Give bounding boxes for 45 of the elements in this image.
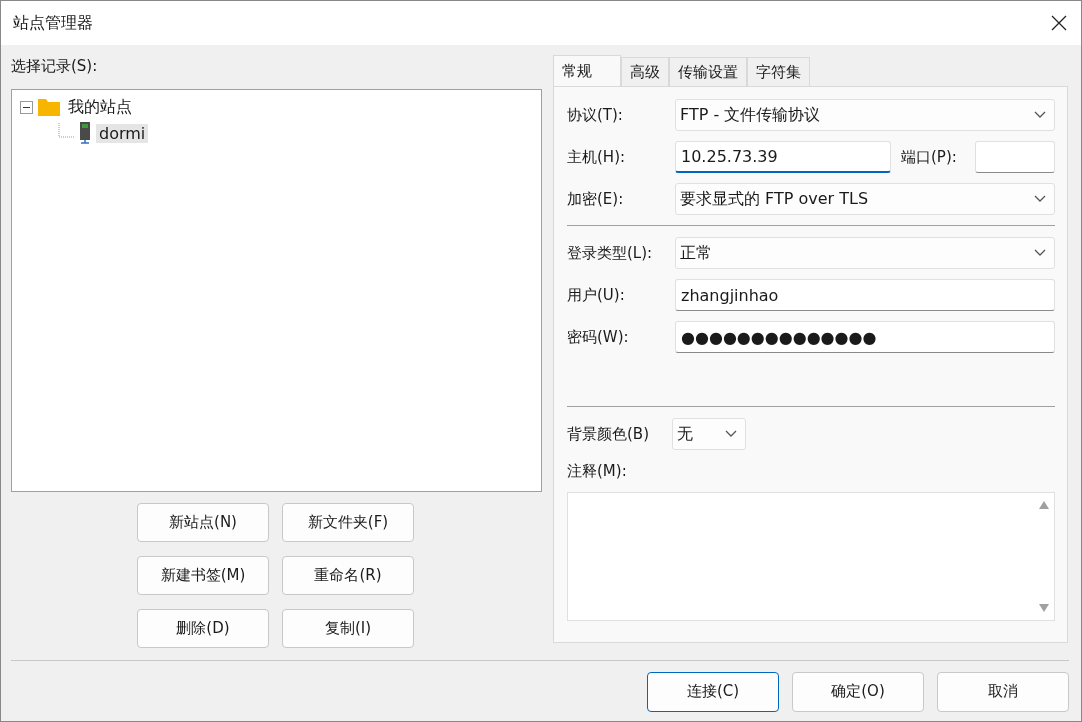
tab[interactable]: 高级 xyxy=(621,57,669,87)
field-label: 端口(P): xyxy=(900,147,958,167)
field-label: 登录类型(L): xyxy=(567,243,654,263)
site-button[interactable]: 删除(D) xyxy=(137,609,269,649)
dialog-button[interactable]: 确定(O) xyxy=(792,671,924,712)
window-title: 站点管理器 xyxy=(13,12,93,34)
tree-label: 选择记录(S): xyxy=(11,56,99,78)
field-label: 背景颜色(B) xyxy=(567,424,650,444)
dropdown[interactable]: FTP - 文件传输协议 xyxy=(675,99,1055,132)
field-label: 主机(H): xyxy=(567,147,627,167)
scroll-up-icon[interactable] xyxy=(1039,501,1049,510)
field-label: 协议(T): xyxy=(567,105,624,125)
comments-field[interactable] xyxy=(567,492,1055,622)
field-label: 加密(E): xyxy=(567,189,625,209)
field-label: 密码(W): xyxy=(567,327,630,347)
scroll-down-icon[interactable] xyxy=(1039,604,1049,613)
input-field[interactable]: zhangjinhao xyxy=(675,279,1055,312)
server-icon xyxy=(78,122,92,145)
site-button[interactable]: 新文件夹(F) xyxy=(282,503,414,543)
site-button[interactable]: 重命名(R) xyxy=(282,556,414,596)
dropdown[interactable]: 正常 xyxy=(675,237,1055,270)
dropdown[interactable]: 无 xyxy=(672,418,746,451)
port-field[interactable] xyxy=(975,141,1055,174)
chevron-down-icon xyxy=(725,430,737,439)
tab[interactable]: 字符集 xyxy=(747,57,810,87)
collapse-icon[interactable] xyxy=(20,100,33,114)
close-icon[interactable] xyxy=(1051,15,1067,32)
chevron-down-icon xyxy=(1034,195,1046,204)
folder-icon xyxy=(37,97,61,118)
tab[interactable]: 传输设置 xyxy=(669,57,747,87)
dropdown[interactable]: 要求显式的 FTP over TLS xyxy=(675,183,1055,216)
tree-item[interactable]: 我的站点 xyxy=(65,96,135,118)
dialog-button[interactable]: 取消 xyxy=(937,671,1069,712)
tree-item[interactable]: dormi xyxy=(96,123,149,143)
password-field[interactable]: ●●●●●●●●●●●●●● xyxy=(675,321,1055,354)
dialog-button[interactable]: 连接(C) xyxy=(647,671,779,712)
host-field[interactable]: 10.25.73.39 xyxy=(675,141,891,174)
chevron-down-icon xyxy=(1034,111,1046,120)
site-button[interactable]: 复制(I) xyxy=(282,609,414,649)
site-button[interactable]: 新站点(N) xyxy=(137,503,269,543)
field-label: 注释(M): xyxy=(567,461,628,483)
field-label: 用户(U): xyxy=(567,285,626,305)
tab[interactable]: 常规 xyxy=(553,55,621,87)
site-button[interactable]: 新建书签(M) xyxy=(137,556,269,596)
chevron-down-icon xyxy=(1034,249,1046,258)
